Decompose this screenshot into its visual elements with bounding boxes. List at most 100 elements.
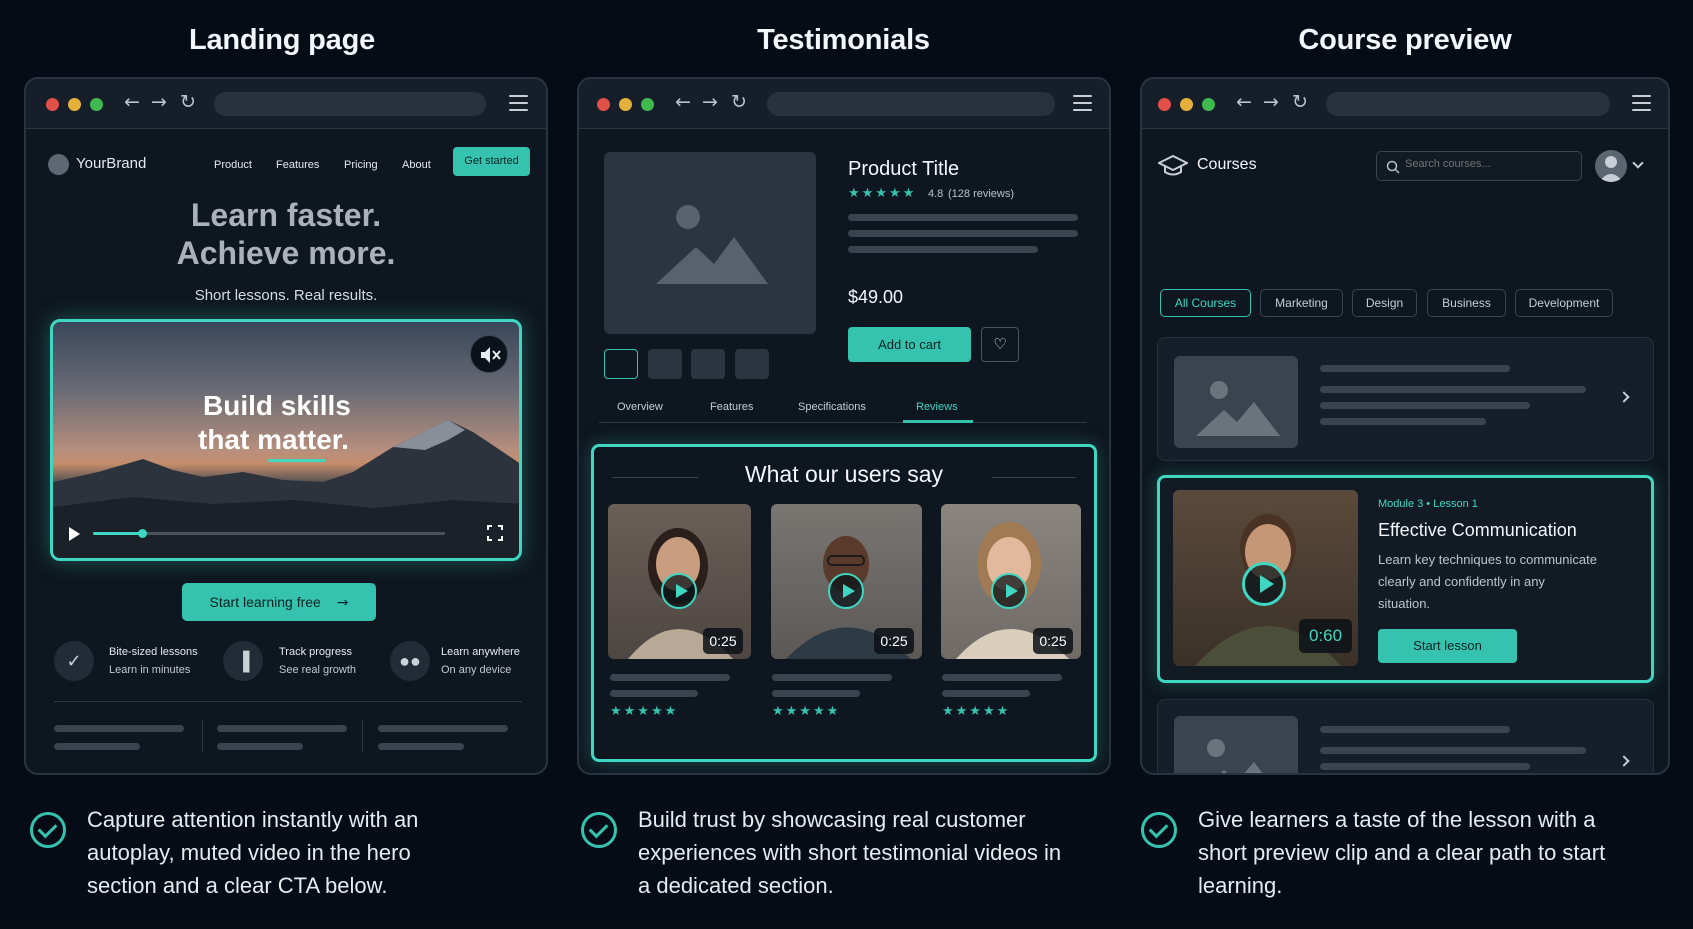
tab-overview[interactable]: Overview [617, 401, 663, 413]
close-dot[interactable] [1158, 98, 1171, 111]
reload-icon[interactable]: ↻ [180, 91, 196, 113]
close-dot[interactable] [46, 98, 59, 111]
course-thumbnail [1174, 356, 1298, 448]
add-to-cart-button[interactable]: Add to cart [848, 327, 971, 362]
nav-about[interactable]: About [402, 159, 431, 171]
footer-placeholder [217, 743, 303, 750]
chip-development[interactable]: Development [1515, 289, 1613, 317]
landing-caption: Capture attention instantly with an auto… [87, 807, 419, 898]
video-progress-track[interactable] [93, 529, 445, 538]
testimonials-caption: Build trust by showcasing real customer … [638, 807, 1062, 898]
product-thumb[interactable] [735, 349, 769, 379]
start-learning-label: Start learning free [209, 594, 321, 610]
price: $49.00 [848, 287, 904, 307]
chevron-right-icon[interactable] [1618, 755, 1630, 767]
wishlist-button[interactable]: ♡ [981, 327, 1019, 362]
play-icon[interactable] [828, 573, 864, 609]
menu-icon[interactable] [1073, 95, 1092, 111]
mute-button[interactable] [470, 335, 508, 373]
featured-lesson-card[interactable]: 0:60 Module 3 • Lesson 1 Effective Commu… [1157, 475, 1654, 683]
section-rule-right [992, 477, 1076, 478]
image-placeholder-icon [656, 205, 768, 284]
graduation-cap-icon [1158, 154, 1188, 176]
maximize-dot[interactable] [641, 98, 654, 111]
menu-icon[interactable] [1632, 95, 1651, 111]
nav-product[interactable]: Product [214, 159, 252, 171]
video-progress-fill [93, 532, 143, 535]
lesson-title: Effective Communication [1378, 520, 1577, 540]
video-title-1: Build skills [203, 390, 351, 421]
testimonial-video[interactable]: 0:25 [941, 504, 1081, 659]
title-underline [268, 459, 326, 462]
check-circle-icon [1141, 812, 1177, 848]
chip-marketing[interactable]: Marketing [1260, 289, 1343, 317]
check-circle-icon [581, 812, 617, 848]
tab-bar [599, 422, 1087, 423]
back-icon[interactable]: ← [1236, 91, 1252, 113]
minimize-dot[interactable] [1180, 98, 1193, 111]
product-thumb-active[interactable] [604, 349, 638, 379]
review-count: (128 reviews) [948, 188, 1015, 200]
start-lesson-button[interactable]: Start lesson [1378, 629, 1517, 663]
course-heading: Course preview [1298, 24, 1512, 56]
play-icon[interactable] [1242, 562, 1286, 606]
chevron-right-icon[interactable] [1618, 391, 1630, 403]
feature-title-1: Bite-sized lessons [109, 646, 198, 658]
close-dot[interactable] [597, 98, 610, 111]
back-icon[interactable]: ← [675, 91, 691, 113]
get-started-button[interactable]: Get started [453, 147, 530, 176]
minimize-dot[interactable] [619, 98, 632, 111]
chip-all-courses[interactable]: All Courses [1160, 289, 1251, 317]
chevron-down-icon[interactable] [1632, 157, 1644, 169]
forward-icon[interactable]: → [702, 91, 718, 113]
video-title-2: that matter. [198, 424, 349, 455]
brand-name[interactable]: YourBrand [76, 155, 146, 172]
feature-title-2: Track progress [279, 646, 352, 658]
chip-business[interactable]: Business [1427, 289, 1506, 317]
address-bar[interactable] [1326, 92, 1610, 116]
reload-icon[interactable]: ↻ [1292, 91, 1308, 113]
fullscreen-icon[interactable] [487, 525, 503, 541]
check-circle-icon [30, 812, 66, 848]
testimonial-name-placeholder [942, 674, 1062, 681]
chip-design[interactable]: Design [1352, 289, 1417, 317]
lesson-video[interactable]: 0:60 [1173, 490, 1358, 666]
play-icon[interactable] [69, 527, 80, 541]
tab-reviews[interactable]: Reviews [916, 401, 958, 413]
footer-placeholder [217, 725, 347, 732]
back-icon[interactable]: ← [124, 91, 140, 113]
nav-pricing[interactable]: Pricing [344, 159, 378, 171]
course-card[interactable] [1157, 699, 1654, 773]
forward-icon[interactable]: → [1263, 91, 1279, 113]
lesson-duration: 0:60 [1299, 619, 1352, 653]
tab-specifications[interactable]: Specifications [798, 401, 866, 413]
testimonial-video[interactable]: 0:25 [771, 504, 922, 659]
landing-heading: Landing page [188, 24, 376, 56]
hero-video[interactable]: Build skills that matter. [50, 319, 522, 561]
start-learning-button[interactable]: Start learning free → [182, 583, 376, 621]
check-icon: ✓ [54, 641, 94, 681]
address-bar[interactable] [767, 92, 1055, 116]
testimonials-window: ← → ↻ Product Title ★★★★★ 4.8 (128 revie… [577, 77, 1111, 775]
course-caption: Give learners a taste of the lesson with… [1198, 807, 1606, 898]
product-thumb[interactable] [691, 349, 725, 379]
nav-features[interactable]: Features [276, 159, 319, 171]
course-card[interactable] [1157, 337, 1654, 461]
feature-sub-2: See real growth [279, 664, 357, 676]
testimonial-video[interactable]: 0:25 [608, 504, 751, 659]
play-icon[interactable] [661, 573, 697, 609]
play-icon[interactable] [991, 573, 1027, 609]
product-thumb[interactable] [648, 349, 682, 379]
tab-features[interactable]: Features [710, 401, 753, 413]
search-box[interactable] [1376, 151, 1582, 181]
minimize-dot[interactable] [68, 98, 81, 111]
forward-icon[interactable]: → [151, 91, 167, 113]
search-input[interactable] [1405, 158, 1575, 170]
reload-icon[interactable]: ↻ [731, 91, 747, 113]
maximize-dot[interactable] [1202, 98, 1215, 111]
maximize-dot[interactable] [90, 98, 103, 111]
avatar[interactable] [1595, 150, 1627, 182]
menu-icon[interactable] [509, 95, 528, 111]
testimonial-name-placeholder [772, 674, 892, 681]
address-bar[interactable] [214, 92, 486, 116]
